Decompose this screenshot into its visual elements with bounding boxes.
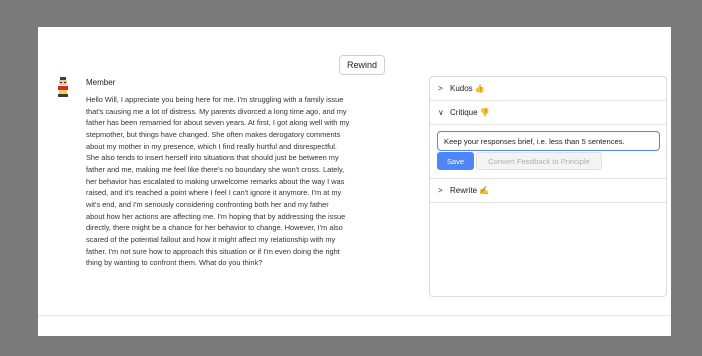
kudos-section-header[interactable]: > Kudos 👍: [430, 77, 666, 101]
convert-feedback-button[interactable]: Convert Feedback to Principle: [476, 152, 602, 170]
main-panel: Rewind Member Hello Will, I appreciate y…: [38, 27, 671, 336]
critique-section-header[interactable]: ∨ Critique 👎: [430, 101, 666, 125]
message-line: Hello Will, I appreciate you being here …: [86, 95, 344, 104]
message-line: stepmother, but things have changed. She…: [86, 129, 341, 139]
message-line: scared of the potential fallout and how …: [86, 234, 336, 244]
feedback-panel: > Kudos 👍 ∨ Critique 👎 Save Convert Feed…: [429, 76, 667, 297]
chevron-right-icon: >: [438, 186, 443, 195]
message-line: father and me, making me feel like there…: [86, 164, 345, 174]
chevron-right-icon: >: [438, 84, 443, 93]
message-line: about how her actions are affecting me. …: [86, 211, 346, 221]
message-sender: Member: [86, 78, 116, 87]
critique-section-body: Save Convert Feedback to Principle: [430, 125, 666, 179]
rewind-button[interactable]: Rewind: [339, 55, 385, 75]
rewrite-section-header[interactable]: > Rewrite ✍: [430, 179, 666, 203]
rewrite-label: Rewrite ✍: [450, 186, 490, 195]
message-line: directly, there might be a chance for he…: [86, 223, 343, 233]
message-line: wit's end, and I'm seriously considering…: [86, 199, 329, 209]
message-line: that's causing me a lot of distress. My …: [86, 106, 347, 116]
member-avatar-icon: [56, 77, 70, 97]
message-line: She also tends to insert herself into si…: [86, 153, 339, 163]
panel-footer: [38, 315, 671, 336]
message-line: about my mother in my presence, which I …: [86, 141, 337, 151]
message-text: Hello Will, I appreciate you being here …: [86, 94, 378, 269]
chevron-down-icon: ∨: [438, 108, 444, 117]
message-line: father has been remarried for about seve…: [86, 118, 350, 128]
message-line: father. I'm not sure how to approach thi…: [86, 246, 340, 256]
message-line: her behavior has escalated to making unw…: [86, 176, 345, 186]
kudos-label: Kudos 👍: [450, 84, 485, 93]
critique-input[interactable]: [437, 131, 660, 151]
message-line: raised, and it's reached a point where I…: [86, 188, 342, 198]
critique-label: Critique 👎: [450, 108, 490, 117]
message-line: thing by wanting to confront them. What …: [86, 258, 263, 268]
save-button[interactable]: Save: [437, 152, 474, 170]
